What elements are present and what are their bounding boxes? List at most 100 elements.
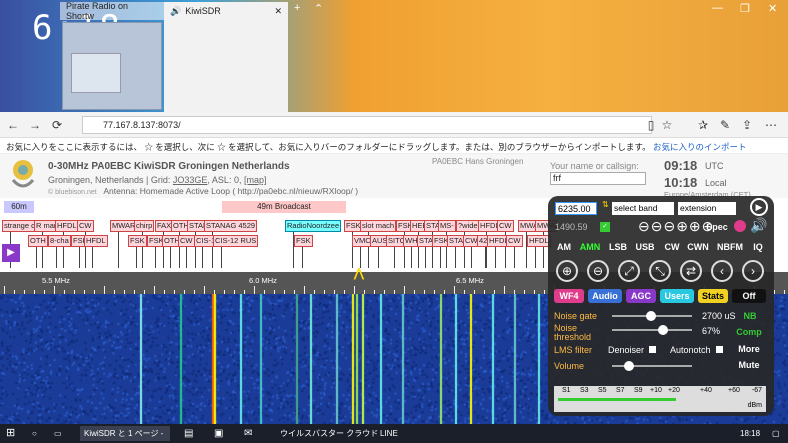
mode-amn[interactable]: AMN: [578, 240, 602, 254]
station-label[interactable]: FSK: [294, 235, 313, 247]
tab-users[interactable]: Users: [660, 289, 694, 303]
extension-select[interactable]: extension: [678, 202, 736, 215]
mail-icon[interactable]: ✉: [240, 426, 252, 441]
band-49m[interactable]: 49m Broadcast: [222, 201, 346, 213]
tab-audio[interactable]: Audio: [588, 289, 622, 303]
autonotch-checkbox[interactable]: [716, 346, 723, 353]
maximize-icon[interactable]: ❐: [740, 2, 750, 15]
callsign-input[interactable]: frf: [550, 172, 646, 185]
close-window-icon[interactable]: ✕: [768, 2, 777, 15]
station-label[interactable]: CW: [497, 220, 514, 232]
tab-off[interactable]: Off: [732, 289, 766, 303]
folder-icon[interactable]: ▤: [180, 426, 193, 441]
taskbar-app-virusbuster[interactable]: ウイルスバスター クラウド: [276, 426, 378, 441]
tuning-marker-icon[interactable]: ⋀: [354, 266, 364, 280]
station-label[interactable]: HFDL: [84, 235, 108, 247]
zoom-max-icon[interactable]: ⤢: [618, 260, 640, 282]
tab-stats[interactable]: Stats: [698, 289, 728, 303]
noise-threshold-slider[interactable]: [612, 329, 692, 331]
frequency-input[interactable]: 6235.00: [555, 202, 597, 215]
mode-lsb[interactable]: LSB: [606, 240, 630, 254]
taskbar-clock: 18:18: [740, 429, 761, 438]
mode-nbfm[interactable]: NBFM: [716, 240, 744, 254]
mode-cwn[interactable]: CWN: [686, 240, 710, 254]
slider-knob[interactable]: [624, 361, 634, 371]
favorites-hub-icon[interactable]: ✰: [692, 118, 714, 132]
check-icon[interactable]: ✓: [600, 222, 610, 232]
station-label[interactable]: slot mach: [360, 220, 397, 232]
station-label[interactable]: CW: [178, 235, 195, 247]
station-label[interactable]: CW: [77, 220, 94, 232]
tab-agc[interactable]: AGC: [626, 289, 656, 303]
zoom-out-icon[interactable]: ⊖: [587, 260, 609, 282]
station-label[interactable]: HFDL: [55, 220, 79, 232]
favorite-star-icon[interactable]: ☆: [656, 118, 678, 132]
mode-iq[interactable]: IQ: [746, 240, 770, 254]
page-left-icon[interactable]: ‹: [711, 260, 733, 282]
forward-icon[interactable]: →: [24, 118, 46, 132]
station-label[interactable]: CIS-12 RUS: [213, 235, 259, 247]
record-icon[interactable]: [734, 220, 746, 232]
address-bar[interactable]: 77.167.8.137:8073/: [82, 116, 652, 134]
band-select[interactable]: select band: [612, 202, 674, 215]
tab-wf[interactable]: WF4: [554, 289, 584, 303]
swap-icon[interactable]: ⇄: [680, 260, 702, 282]
slider-knob[interactable]: [658, 325, 668, 335]
notes-icon[interactable]: ✎: [714, 118, 736, 132]
speaker-on-icon[interactable]: 🔊: [750, 217, 767, 234]
more-icon[interactable]: ⋯: [760, 118, 782, 132]
mode-usb[interactable]: USB: [633, 240, 657, 254]
task-view-icon[interactable]: ▭: [50, 426, 62, 441]
station-label[interactable]: 8-cha: [48, 235, 71, 247]
station-marker: [411, 247, 412, 268]
notifications-icon[interactable]: ▢: [768, 426, 780, 441]
mute-button[interactable]: Mute: [734, 358, 764, 372]
station-label[interactable]: CW: [506, 235, 523, 247]
back-icon[interactable]: ←: [2, 118, 24, 132]
station-marker: [92, 247, 93, 268]
mode-cw[interactable]: CW: [660, 240, 684, 254]
station-label[interactable]: FSK: [128, 235, 147, 247]
close-icon[interactable]: ✕: [274, 6, 282, 17]
freq-step-icon[interactable]: ⇅: [602, 200, 609, 209]
spec-button[interactable]: Spec: [704, 220, 730, 234]
zoom-in-icon[interactable]: ⊕: [556, 260, 578, 282]
map-link[interactable]: [map]: [244, 175, 267, 185]
station-label[interactable]: OTH: [28, 235, 48, 247]
play-icon[interactable]: ▶: [750, 198, 768, 216]
comp-button[interactable]: Comp: [734, 325, 764, 339]
store-icon[interactable]: ▣: [210, 426, 223, 441]
new-tab-button[interactable]: +: [294, 2, 300, 14]
slider-knob[interactable]: [646, 311, 656, 321]
page-right-icon[interactable]: ›: [742, 260, 764, 282]
taskbar-app-line[interactable]: LINE: [376, 426, 398, 441]
audio-play-icon[interactable]: ▶: [2, 244, 20, 262]
station-label[interactable]: chirp: [134, 220, 155, 232]
import-favorites-link[interactable]: お気に入りのインポート: [653, 142, 747, 152]
tab-pirate-radio[interactable]: Pirate Radio on Shortw: [60, 1, 164, 21]
windows-start-icon[interactable]: ⊞: [2, 426, 15, 441]
minimize-icon[interactable]: —: [712, 2, 723, 14]
band-60m[interactable]: 60m: [4, 201, 34, 213]
zoom-step-icons[interactable]: ⊖⊖⊖⊕⊕⊕: [638, 218, 714, 235]
taskbar-app-kiwi[interactable]: KiwiSDR と 1 ページ - ...: [80, 426, 170, 441]
mode-am[interactable]: AM: [552, 240, 576, 254]
taskbar: ⊞ ○ ▭ KiwiSDR と 1 ページ - ... ▤ ▣ ✉ ウイルスバス…: [0, 424, 788, 443]
denoiser-checkbox[interactable]: [649, 346, 656, 353]
station-label[interactable]: MS-: [438, 220, 456, 232]
share-icon[interactable]: ⇪: [736, 118, 758, 132]
tab-title: Pirate Radio on Shortw: [66, 1, 129, 21]
grid-link[interactable]: JO33GE: [173, 175, 208, 185]
chevron-down-icon[interactable]: ⌃: [314, 2, 323, 15]
station-label[interactable]: STANAG 4529: [204, 220, 258, 232]
more-button[interactable]: More: [734, 342, 764, 356]
search-icon[interactable]: ○: [28, 426, 37, 441]
tab-kiwisdr[interactable]: 🔊 KiwiSDR ✕: [164, 2, 288, 114]
station-marker: [425, 247, 426, 268]
refresh-icon[interactable]: ⟳: [46, 118, 68, 132]
station-label[interactable]: strange d: [2, 220, 38, 232]
nb-button[interactable]: NB: [740, 309, 760, 323]
station-label[interactable]: RadioNoordzee: [285, 220, 342, 232]
zoom-fit-icon[interactable]: ⤡: [649, 260, 671, 282]
station-label[interactable]: ?wide: [456, 220, 480, 232]
